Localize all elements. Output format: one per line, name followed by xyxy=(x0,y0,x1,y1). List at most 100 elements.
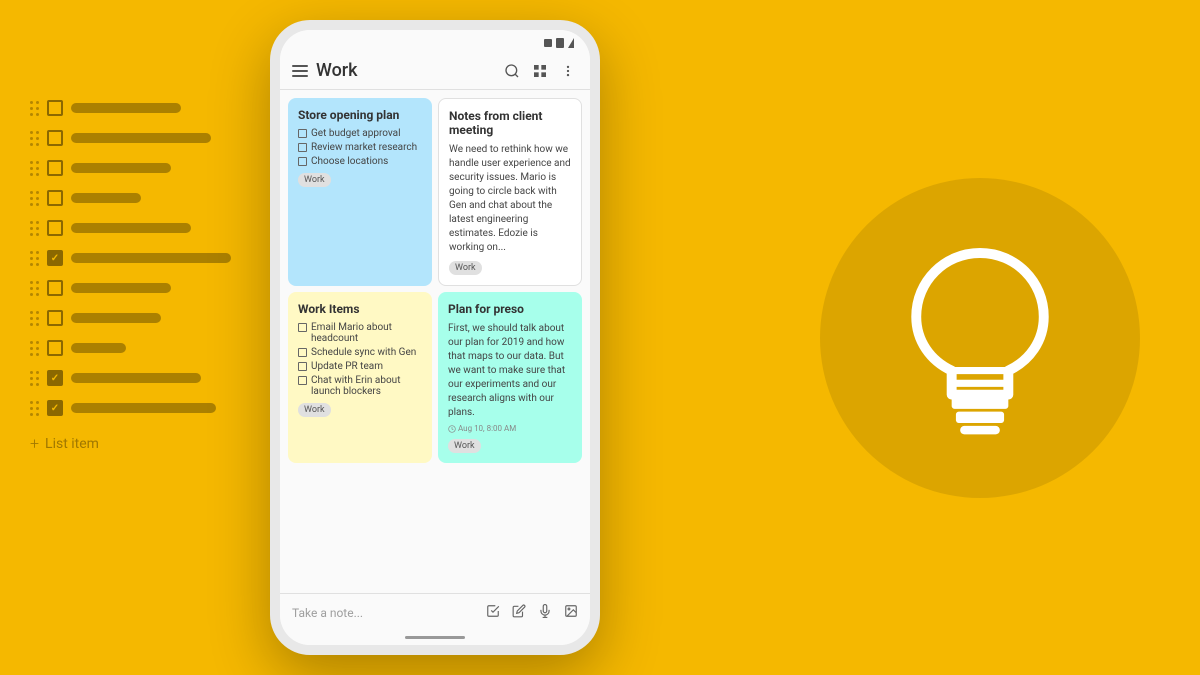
list-checkbox-8[interactable] xyxy=(47,340,63,356)
list-checkbox-6[interactable] xyxy=(47,280,63,296)
note-title-store-opening: Store opening plan xyxy=(298,108,422,122)
work-checkbox-1[interactable] xyxy=(298,323,307,332)
list-row-9 xyxy=(30,370,231,386)
drag-dots-3 xyxy=(30,191,39,206)
bottom-toolbar: Take a note... xyxy=(280,593,590,632)
work-check-item-3: Update PR team xyxy=(298,361,422,372)
note-client-meeting[interactable]: Notes from client meeting We need to ret… xyxy=(438,98,582,286)
list-bar-0 xyxy=(71,103,181,113)
list-bar-7 xyxy=(71,313,161,323)
drag-dots-5 xyxy=(30,251,39,266)
pencil-bottom-icon[interactable] xyxy=(512,604,526,622)
check-item-2: Review market research xyxy=(298,142,422,153)
list-checkbox-9[interactable] xyxy=(47,370,63,386)
note-plan-preso[interactable]: Plan for preso First, we should talk abo… xyxy=(438,292,582,463)
notes-grid: Store opening plan Get budget approval R… xyxy=(280,90,590,593)
app-header: Work xyxy=(280,52,590,90)
list-row-5 xyxy=(30,250,231,266)
list-checkbox-3[interactable] xyxy=(47,190,63,206)
list-row-3 xyxy=(30,190,231,206)
note-label-store-opening: Work xyxy=(298,173,331,187)
hamburger-line-3 xyxy=(292,75,308,77)
drag-dots-6 xyxy=(30,281,39,296)
hamburger-menu-button[interactable] xyxy=(292,65,308,77)
drag-dots-4 xyxy=(30,221,39,236)
list-checkbox-7[interactable] xyxy=(47,310,63,326)
list-row-2 xyxy=(30,160,231,176)
add-list-item-row[interactable]: +List item xyxy=(30,434,231,453)
note-title-client-meeting: Notes from client meeting xyxy=(449,109,571,137)
note-title-work-items: Work Items xyxy=(298,302,422,316)
left-list-decoration: +List item xyxy=(30,100,231,453)
work-checkbox-3[interactable] xyxy=(298,362,307,371)
lightbulb-decoration xyxy=(820,178,1140,498)
list-checkbox-0[interactable] xyxy=(47,100,63,116)
home-bar xyxy=(405,636,465,639)
phone-screen: Work xyxy=(280,30,590,645)
search-button[interactable] xyxy=(502,61,522,81)
hamburger-line-2 xyxy=(292,70,308,72)
drag-dots-0 xyxy=(30,101,39,116)
list-row-1 xyxy=(30,130,231,146)
note-text-plan-preso: First, we should talk about our plan for… xyxy=(448,322,572,420)
list-checkbox-2[interactable] xyxy=(47,160,63,176)
drag-dots-1 xyxy=(30,131,39,146)
phone-mockup: Work xyxy=(270,20,600,655)
work-checkbox-2[interactable] xyxy=(298,348,307,357)
list-bar-10 xyxy=(71,403,216,413)
image-bottom-icon[interactable] xyxy=(564,604,578,622)
drag-dots-8 xyxy=(30,341,39,356)
work-check-item-2: Schedule sync with Gen xyxy=(298,347,422,358)
microphone-bottom-icon[interactable] xyxy=(538,604,552,622)
checkbox-1[interactable] xyxy=(298,129,307,138)
signal-icon xyxy=(544,39,552,47)
list-bar-2 xyxy=(71,163,171,173)
status-bar xyxy=(280,30,590,52)
drag-dots-7 xyxy=(30,311,39,326)
wifi-icon xyxy=(556,38,564,48)
list-checkbox-10[interactable] xyxy=(47,400,63,416)
lightbulb-icon xyxy=(895,238,1065,438)
header-action-icons xyxy=(502,61,578,81)
list-checkbox-1[interactable] xyxy=(47,130,63,146)
list-bar-4 xyxy=(71,223,191,233)
list-row-6 xyxy=(30,280,231,296)
note-text-client-meeting: We need to rethink how we handle user ex… xyxy=(449,143,571,255)
checkbox-bottom-icon[interactable] xyxy=(486,604,500,622)
lightbulb-circle xyxy=(820,178,1140,498)
more-options-button[interactable] xyxy=(558,61,578,81)
check-item-1: Get budget approval xyxy=(298,128,422,139)
list-checkbox-4[interactable] xyxy=(47,220,63,236)
list-bar-8 xyxy=(71,343,126,353)
list-checkbox-5[interactable] xyxy=(47,250,63,266)
work-items-checklist: Email Mario about headcount Schedule syn… xyxy=(298,322,422,397)
note-work-items[interactable]: Work Items Email Mario about headcount S… xyxy=(288,292,432,463)
checkbox-2[interactable] xyxy=(298,143,307,152)
list-row-10 xyxy=(30,400,231,416)
layout-button[interactable] xyxy=(530,61,550,81)
drag-dots-2 xyxy=(30,161,39,176)
note-label-client-meeting: Work xyxy=(449,261,482,275)
list-bar-9 xyxy=(71,373,201,383)
take-note-placeholder[interactable]: Take a note... xyxy=(292,606,478,620)
check-item-3: Choose locations xyxy=(298,156,422,167)
note-title-plan-preso: Plan for preso xyxy=(448,302,572,316)
phone-frame: Work xyxy=(270,20,600,655)
list-row-8 xyxy=(30,340,231,356)
add-label: List item xyxy=(45,436,99,452)
list-bar-5 xyxy=(71,253,231,263)
checkbox-3[interactable] xyxy=(298,157,307,166)
note-store-opening[interactable]: Store opening plan Get budget approval R… xyxy=(288,98,432,286)
note-label-plan-preso: Work xyxy=(448,439,481,453)
work-checkbox-4[interactable] xyxy=(298,376,307,385)
list-bar-3 xyxy=(71,193,141,203)
work-check-item-4: Chat with Erin about launch blockers xyxy=(298,375,422,397)
drag-dots-9 xyxy=(30,371,39,386)
list-row-0 xyxy=(30,100,231,116)
app-title: Work xyxy=(316,60,494,81)
note-timestamp-plan-preso: Aug 10, 8:00 AM xyxy=(448,424,572,433)
hamburger-line-1 xyxy=(292,65,308,67)
note-label-work-items: Work xyxy=(298,403,331,417)
list-row-4 xyxy=(30,220,231,236)
bottom-action-icons xyxy=(486,604,578,622)
